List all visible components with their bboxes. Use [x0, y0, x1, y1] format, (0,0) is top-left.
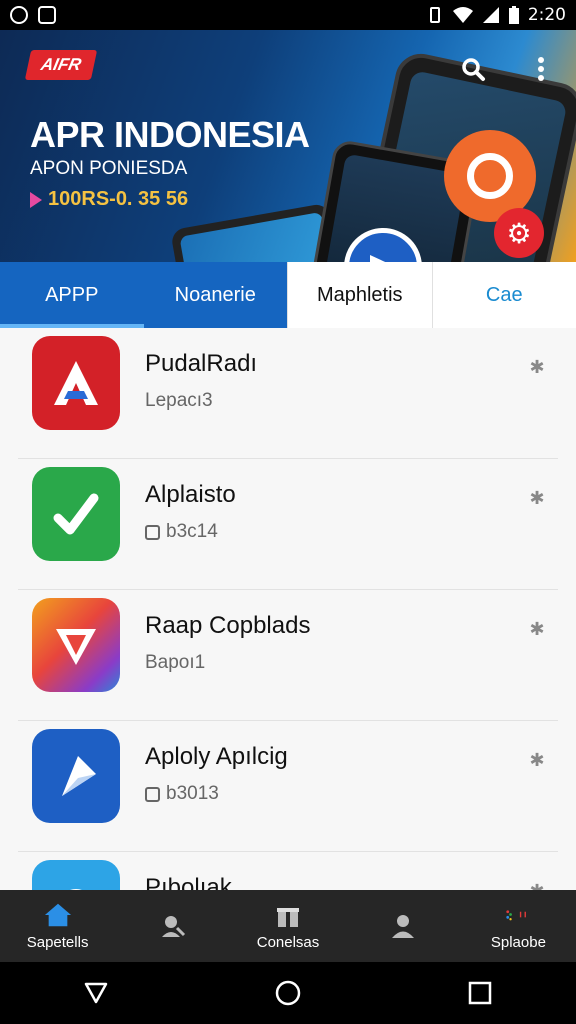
app-meta: Lepacı3 — [145, 390, 213, 412]
app-name: PudalRadı — [145, 350, 258, 377]
tab-bar: APPP Noanerie Maphletis Cae — [0, 262, 576, 328]
banner-title: APR INDONESIA — [30, 114, 310, 155]
item-action-button[interactable]: ✱ — [524, 616, 550, 642]
item-action-button[interactable]: ✱ — [524, 747, 550, 773]
tab-noanerie[interactable]: Noanerie — [143, 262, 287, 328]
tools-icon: ✱ — [529, 356, 545, 377]
file-icon — [145, 786, 160, 802]
banner-number-text: 100RS-0. 35 56 — [48, 188, 189, 210]
app-name: Raap Copblads — [145, 612, 311, 639]
clock: 2:20 — [527, 5, 566, 25]
nav-label: Conelsas — [256, 933, 320, 951]
person-icon — [389, 913, 417, 939]
home-button[interactable] — [268, 973, 308, 1013]
play-icon — [30, 191, 42, 208]
tools-icon: ✱ — [529, 487, 545, 508]
back-icon — [84, 982, 108, 1004]
header-banner: ⚙ AIFR APR INDONESIA APON PONIESDA 100RS… — [0, 30, 576, 262]
signal-icon — [482, 7, 499, 23]
brand-logo: AIFR — [24, 50, 98, 80]
tab-maphletis[interactable]: Maphletis — [287, 262, 432, 328]
app-meta: b3013 — [145, 783, 219, 805]
recents-icon — [468, 981, 492, 1005]
overflow-menu-button[interactable] — [524, 52, 558, 86]
battery-icon — [508, 6, 519, 24]
vibrate-icon — [429, 7, 440, 23]
app-name: Pıbolıak — [145, 874, 232, 890]
recents-button[interactable] — [460, 973, 500, 1013]
banner-subtitle: APON PONIESDA — [30, 158, 188, 179]
nav-item-profile[interactable] — [346, 890, 461, 962]
tab-cae[interactable]: Cae — [431, 262, 576, 328]
list-item[interactable]: Raap Copblads Bapoı1 ✱ — [18, 590, 558, 721]
arrow-logo-icon — [32, 729, 120, 823]
app-name: Alplaisto — [145, 481, 236, 508]
list-item[interactable]: PudalRadı Lepacı3 ✱ — [18, 328, 558, 459]
list-item[interactable]: Aploly Apılcig b3013 ✱ — [18, 721, 558, 852]
bottom-navigation: Sapetells Conelsas Splaobe — [0, 890, 576, 962]
back-button[interactable] — [76, 973, 116, 1013]
a-logo-icon — [32, 336, 120, 430]
nav-label: Splaobe — [490, 933, 546, 951]
app-meta: b3c14 — [145, 521, 218, 543]
item-action-button[interactable]: ✱ — [524, 485, 550, 511]
home-icon — [44, 902, 72, 928]
file-icon — [145, 524, 160, 540]
gear-icon: ⚙ — [494, 208, 544, 258]
v-logo-icon — [32, 598, 120, 692]
banner-number: 100RS-0. 35 56 — [30, 188, 188, 211]
app-list: PudalRadı Lepacı3 ✱ Alplaisto b3c14 ✱ Ra… — [0, 328, 576, 890]
list-item[interactable]: Pıbolıak ✱ — [18, 852, 558, 890]
nav-item-more[interactable]: Splaobe — [461, 890, 576, 962]
home-circle-icon — [275, 980, 301, 1006]
app-name: Aploly Apılcig — [145, 743, 288, 770]
search-button[interactable] — [456, 52, 490, 86]
tools-icon: ✱ — [529, 881, 544, 891]
app-meta-text: b3c14 — [166, 521, 218, 542]
image-notification-icon — [38, 6, 56, 24]
tools-icon: ✱ — [529, 618, 545, 639]
app-meta-text: b3013 — [166, 783, 219, 804]
checkmark-icon — [32, 467, 120, 561]
item-action-button[interactable]: ✱ — [524, 354, 550, 380]
nav-item-search[interactable] — [115, 890, 230, 962]
app-meta-text: Lepacı3 — [145, 390, 213, 411]
notification-icon — [10, 6, 28, 24]
search-icon — [462, 58, 485, 81]
nav-item-home[interactable]: Sapetells — [0, 890, 115, 962]
play-logo-icon — [32, 860, 120, 890]
item-action-button[interactable]: ✱ — [524, 878, 550, 891]
search-person-icon — [159, 913, 187, 939]
tab-appp[interactable]: APPP — [0, 262, 144, 328]
nav-label: Sapetells — [26, 933, 89, 951]
system-navigation-bar — [0, 962, 576, 1024]
list-item[interactable]: Alplaisto b3c14 ✱ — [18, 459, 558, 590]
more-vert-icon — [538, 57, 544, 81]
tools-icon: ✱ — [529, 749, 545, 770]
app-meta: Bapoı1 — [145, 652, 205, 674]
status-bar: 2:20 — [0, 0, 576, 30]
gift-icon — [274, 902, 302, 928]
wifi-icon — [452, 7, 473, 23]
app-meta-text: Bapoı1 — [145, 652, 206, 673]
dots-icon — [504, 902, 532, 928]
nav-item-gifts[interactable]: Conelsas — [230, 890, 345, 962]
